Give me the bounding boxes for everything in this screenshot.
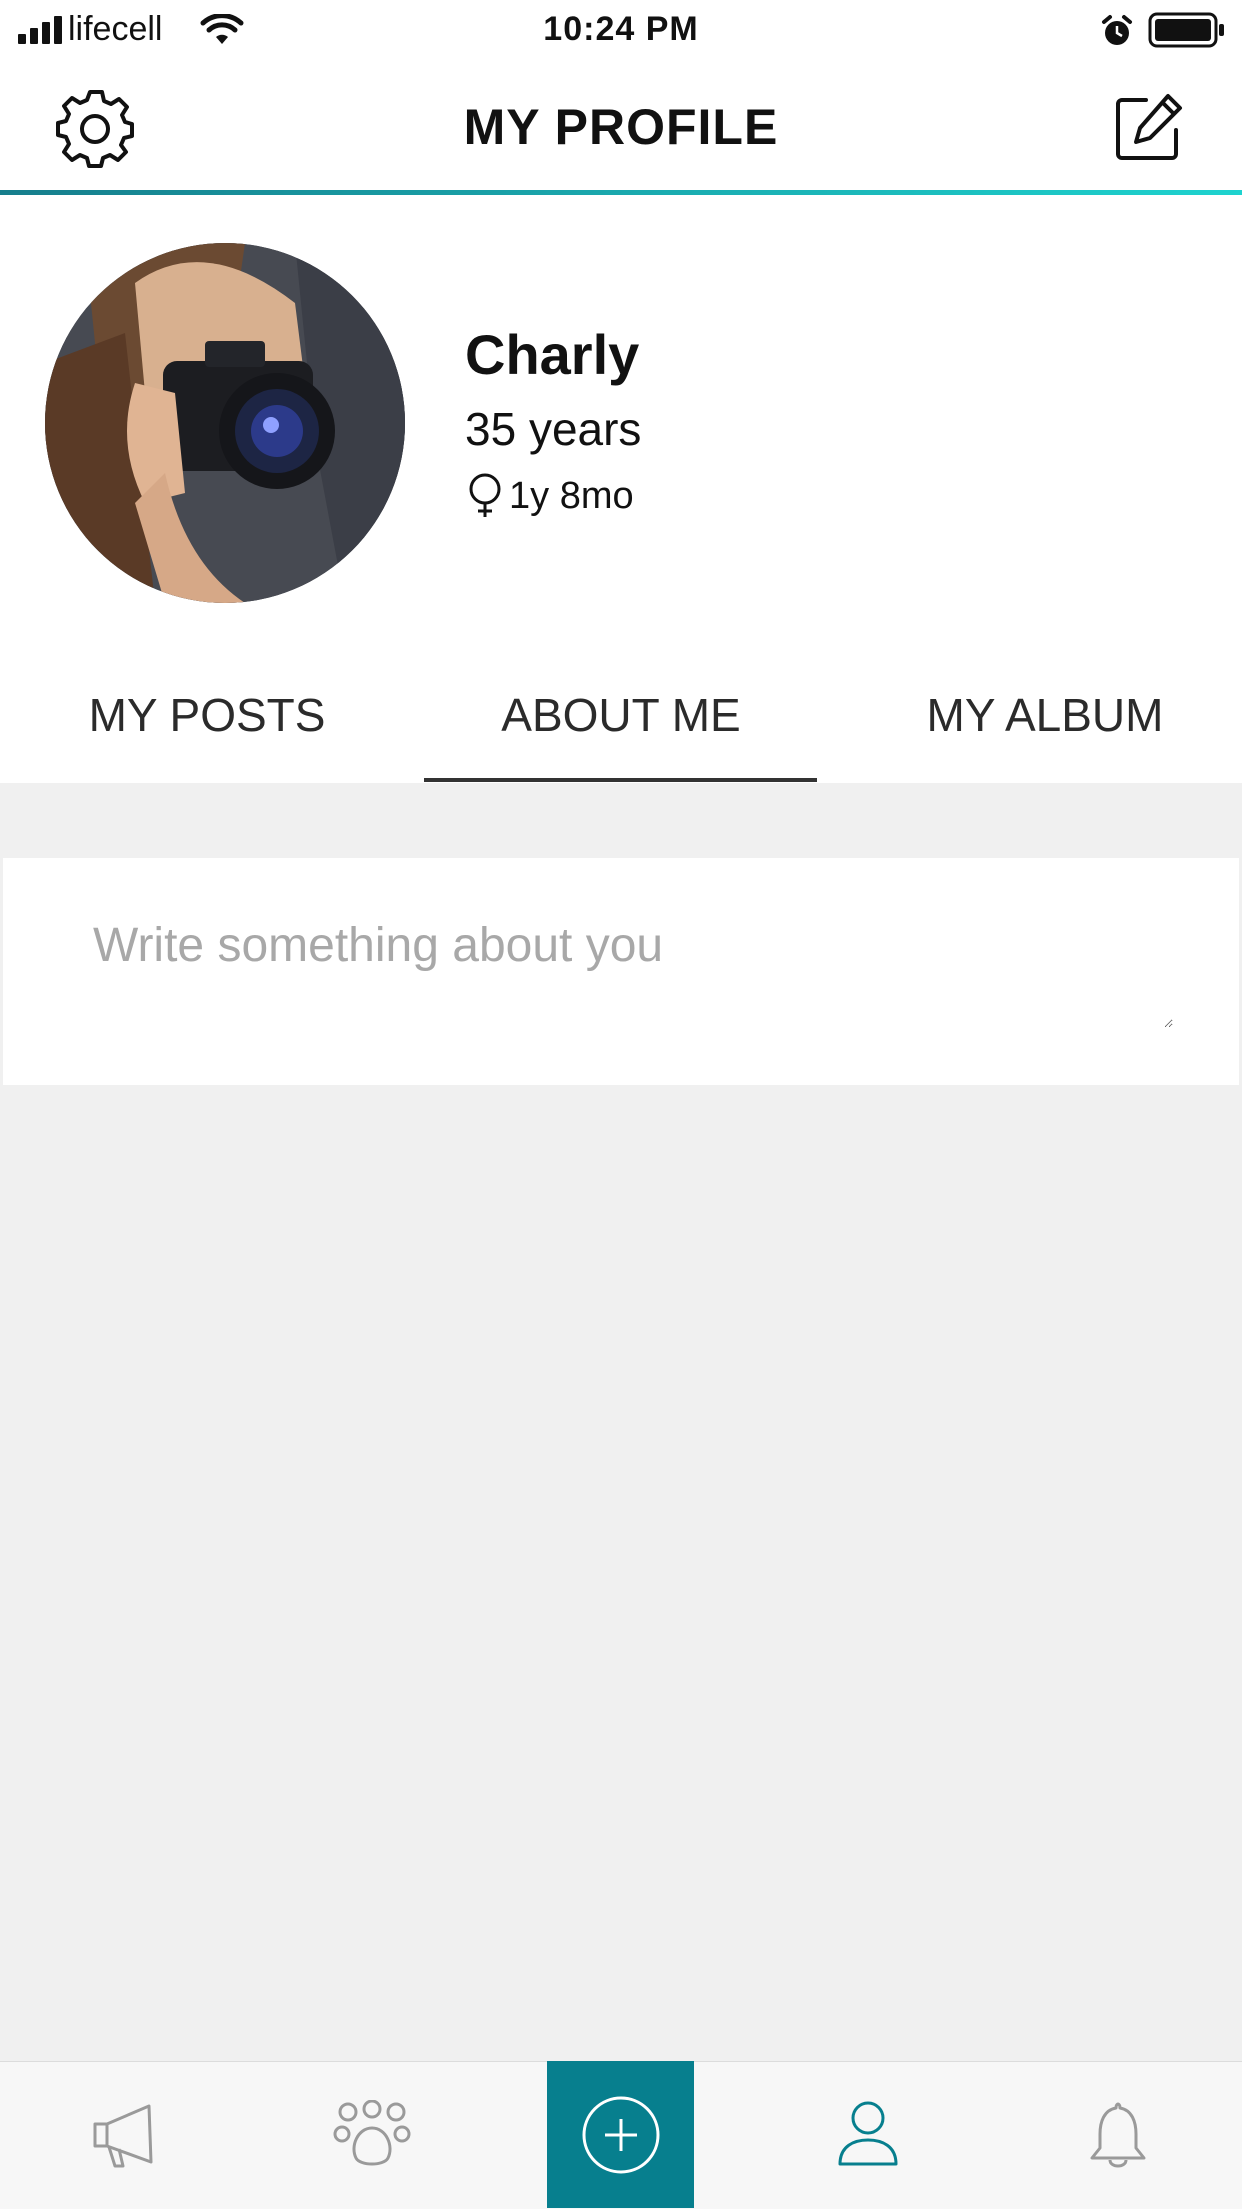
profile-name: Charly — [465, 323, 640, 386]
about-me-card — [3, 858, 1239, 1085]
megaphone-icon — [93, 2104, 153, 2167]
tab-my-album[interactable]: MY ALBUM — [838, 688, 1242, 742]
edit-icon[interactable] — [1112, 92, 1184, 169]
battery-icon — [1148, 12, 1226, 53]
tab-my-posts[interactable]: MY POSTS — [0, 688, 414, 742]
status-time: 10:24 PM — [543, 10, 699, 48]
page-title: MY PROFILE — [463, 99, 779, 155]
avatar[interactable] — [45, 243, 405, 603]
nav-add-post[interactable] — [547, 2061, 694, 2208]
female-icon — [469, 473, 501, 517]
profile-membership: 1y 8mo — [465, 473, 634, 519]
about-me-input[interactable] — [93, 918, 1173, 1028]
nav-feed[interactable] — [0, 2061, 248, 2208]
bell-icon — [1090, 2102, 1146, 2167]
membership-duration: 1y 8mo — [509, 474, 634, 517]
add-icon — [582, 2096, 659, 2173]
alarm-icon — [1100, 14, 1134, 53]
profile-age: 35 years — [465, 403, 642, 455]
active-tab-indicator — [424, 778, 817, 782]
tab-about-me[interactable]: ABOUT ME — [414, 688, 828, 742]
profile-icon — [838, 2101, 898, 2165]
nav-profile[interactable] — [744, 2061, 992, 2208]
nav-notifications[interactable] — [994, 2061, 1242, 2208]
avatar-photo — [45, 243, 405, 603]
nav-groups[interactable] — [248, 2061, 496, 2208]
group-icon — [333, 2099, 411, 2165]
